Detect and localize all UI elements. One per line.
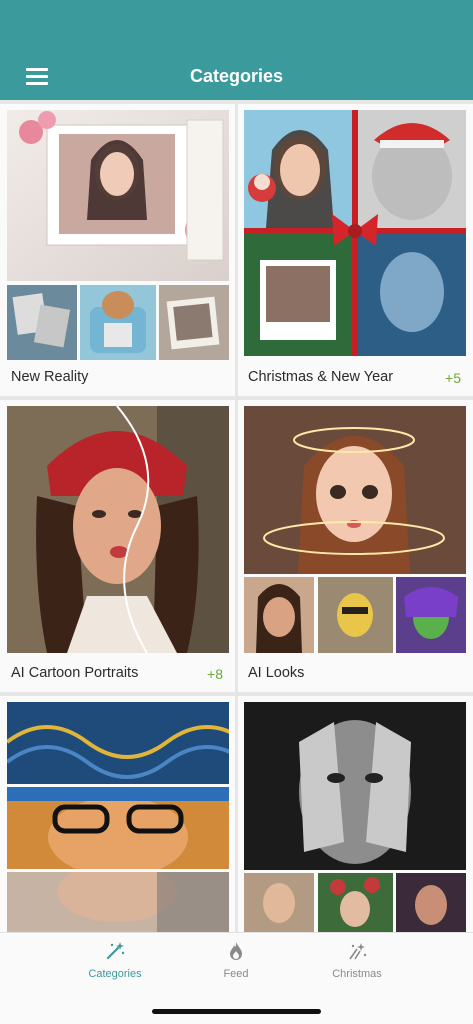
tab-label: Categories [88, 968, 142, 980]
category-hero-image [7, 110, 229, 281]
category-hero-image [244, 702, 466, 870]
category-label: New Reality [11, 369, 89, 385]
categories-grid: New Reality Christmas & New Year +5 AI C… [0, 100, 473, 932]
category-thumbnail [7, 787, 229, 869]
category-hero-image [244, 110, 466, 356]
top-bar: Categories [0, 0, 473, 100]
category-card-new-reality[interactable]: New Reality [0, 104, 235, 396]
tab-christmas[interactable]: Christmas [297, 933, 417, 993]
category-thumbnail [396, 873, 466, 932]
category-thumbnail [80, 285, 156, 360]
tab-feed[interactable]: Feed [176, 933, 296, 993]
magic-wand-icon [106, 942, 125, 960]
home-indicator[interactable] [152, 1009, 321, 1014]
tab-label: Feed [223, 968, 249, 980]
category-count-badge: +5 [445, 370, 461, 386]
category-label: Christmas & New Year [248, 369, 394, 385]
sparkle-icon [349, 943, 367, 960]
tab-categories[interactable]: Categories [55, 933, 175, 993]
category-hero-image [244, 406, 466, 574]
page-title: Categories [189, 66, 284, 86]
category-thumbnail [244, 873, 314, 932]
category-hero-image [7, 406, 229, 653]
category-thumbnail [7, 872, 229, 932]
category-thumbnail [318, 873, 393, 932]
category-card-ai-cartoon-portraits[interactable]: AI Cartoon Portraits +8 [0, 400, 235, 692]
category-thumbnail [7, 285, 77, 360]
category-thumbnail [244, 577, 314, 653]
category-thumbnail [318, 577, 393, 653]
category-card-christmas-new-year[interactable]: Christmas & New Year +5 [238, 104, 473, 396]
category-card-art-styles[interactable] [0, 696, 235, 932]
category-count-badge: +8 [207, 666, 223, 682]
category-thumbnail [159, 285, 229, 360]
tab-label: Christmas [332, 968, 382, 980]
flame-icon [230, 942, 242, 960]
category-card-double-exposure[interactable] [238, 696, 473, 932]
category-thumbnail [396, 577, 466, 653]
category-card-ai-looks[interactable]: AI Looks [238, 400, 473, 692]
category-thumbnail [7, 702, 229, 784]
category-label: AI Cartoon Portraits [11, 665, 139, 681]
category-label: AI Looks [248, 665, 305, 681]
